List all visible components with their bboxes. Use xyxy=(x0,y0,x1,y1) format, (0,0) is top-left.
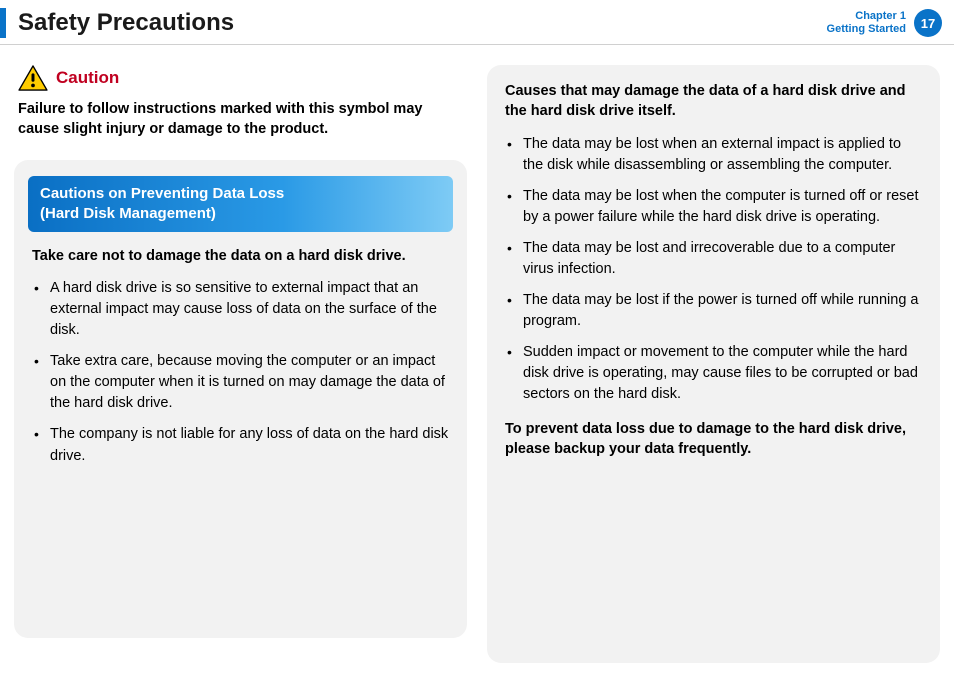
left-panel: Cautions on Preventing Data Loss (Hard D… xyxy=(14,160,467,638)
right-closing: To prevent data loss due to damage to th… xyxy=(505,419,922,460)
caution-description: Failure to follow instructions marked wi… xyxy=(18,99,467,140)
warning-triangle-icon xyxy=(18,65,48,91)
accent-bar xyxy=(0,8,6,38)
chapter-info: Chapter 1 Getting Started xyxy=(827,10,906,36)
page-header: Safety Precautions Chapter 1 Getting Sta… xyxy=(0,0,954,45)
list-item: The company is not liable for any loss o… xyxy=(32,424,449,466)
header-left: Safety Precautions xyxy=(0,8,234,38)
chapter-line-2: Getting Started xyxy=(827,23,906,36)
right-column: Causes that may damage the data of a har… xyxy=(487,65,940,663)
right-intro: Causes that may damage the data of a har… xyxy=(505,81,922,122)
list-item: The data may be lost when the computer i… xyxy=(505,186,922,228)
right-panel: Causes that may damage the data of a har… xyxy=(487,65,940,663)
caution-label: Caution xyxy=(56,68,119,88)
list-item: The data may be lost if the power is tur… xyxy=(505,290,922,332)
caution-header: Caution xyxy=(18,65,467,91)
left-bullet-list: A hard disk drive is so sensitive to ext… xyxy=(32,278,449,466)
header-right: Chapter 1 Getting Started 17 xyxy=(827,9,942,37)
list-item: Take extra care, because moving the comp… xyxy=(32,351,449,414)
left-column: Caution Failure to follow instructions m… xyxy=(14,65,467,663)
list-item: The data may be lost when an external im… xyxy=(505,134,922,176)
list-item: A hard disk drive is so sensitive to ext… xyxy=(32,278,449,341)
list-item: Sudden impact or movement to the compute… xyxy=(505,342,922,405)
content-area: Caution Failure to follow instructions m… xyxy=(0,45,954,677)
page-number-badge: 17 xyxy=(914,9,942,37)
sub-header: Cautions on Preventing Data Loss (Hard D… xyxy=(28,176,453,233)
right-bullet-list: The data may be lost when an external im… xyxy=(505,134,922,405)
page-title: Safety Precautions xyxy=(18,9,234,37)
chapter-line-1: Chapter 1 xyxy=(827,10,906,23)
list-item: The data may be lost and irrecoverable d… xyxy=(505,238,922,280)
left-intro: Take care not to damage the data on a ha… xyxy=(32,246,449,266)
